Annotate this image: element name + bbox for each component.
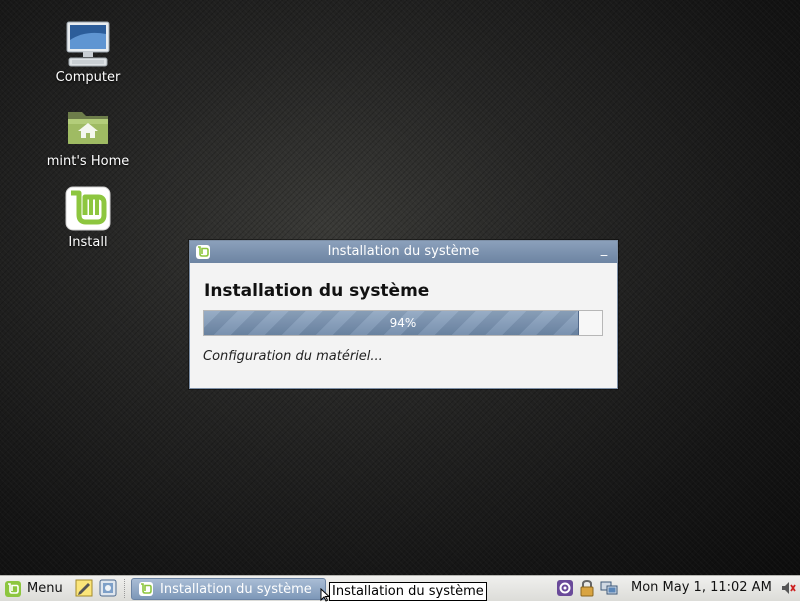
menu-button[interactable]: Menu: [4, 578, 63, 599]
dialog-titlebar[interactable]: Installation du système _: [190, 241, 617, 263]
home-folder-icon: [68, 112, 108, 144]
dialog-title: Installation du système: [327, 244, 480, 259]
tooltip: Installation du système: [329, 582, 487, 601]
desktop-icon-computer[interactable]: Computer: [38, 20, 138, 85]
volume-icon[interactable]: [780, 579, 798, 597]
dialog-heading: Installation du système: [204, 281, 430, 301]
network-icon[interactable]: [600, 579, 618, 597]
panel-separator: [124, 579, 127, 598]
progress-bar: 94%: [203, 310, 603, 336]
computer-icon: [66, 21, 110, 67]
clock[interactable]: Mon May 1, 11:02 AM: [631, 580, 772, 595]
desktop-icon-home[interactable]: mint's Home: [38, 104, 138, 169]
install-progress-dialog: Installation du système _ Installation d…: [189, 240, 618, 389]
taskbar-window-label: Installation du système: [160, 581, 312, 597]
desktop-icon-label: mint's Home: [46, 154, 130, 169]
dialog-body: Installation du système 94% Configuratio…: [190, 263, 617, 364]
desktop-icon-install[interactable]: Install: [38, 185, 138, 250]
progress-percent-label: 94%: [389, 316, 417, 330]
mint-logo-icon: [139, 582, 153, 596]
minimize-button[interactable]: _: [597, 242, 611, 260]
taskbar-window-button[interactable]: Installation du système: [131, 578, 326, 600]
mint-menu-icon: [5, 580, 21, 597]
update-lock-icon[interactable]: [578, 579, 596, 597]
settings-gear-icon[interactable]: [556, 579, 574, 597]
desktop-icon-label: Install: [68, 235, 108, 250]
dialog-status-text: Configuration du matériel...: [203, 349, 383, 364]
bottom-panel: Menu Installation du système Installatio…: [0, 575, 800, 602]
menu-label: Menu: [27, 581, 63, 596]
text-editor-icon[interactable]: [74, 578, 94, 598]
screenshot-icon[interactable]: [98, 578, 118, 598]
desktop-icon-label: Computer: [55, 70, 121, 85]
mint-install-icon: [65, 186, 111, 231]
